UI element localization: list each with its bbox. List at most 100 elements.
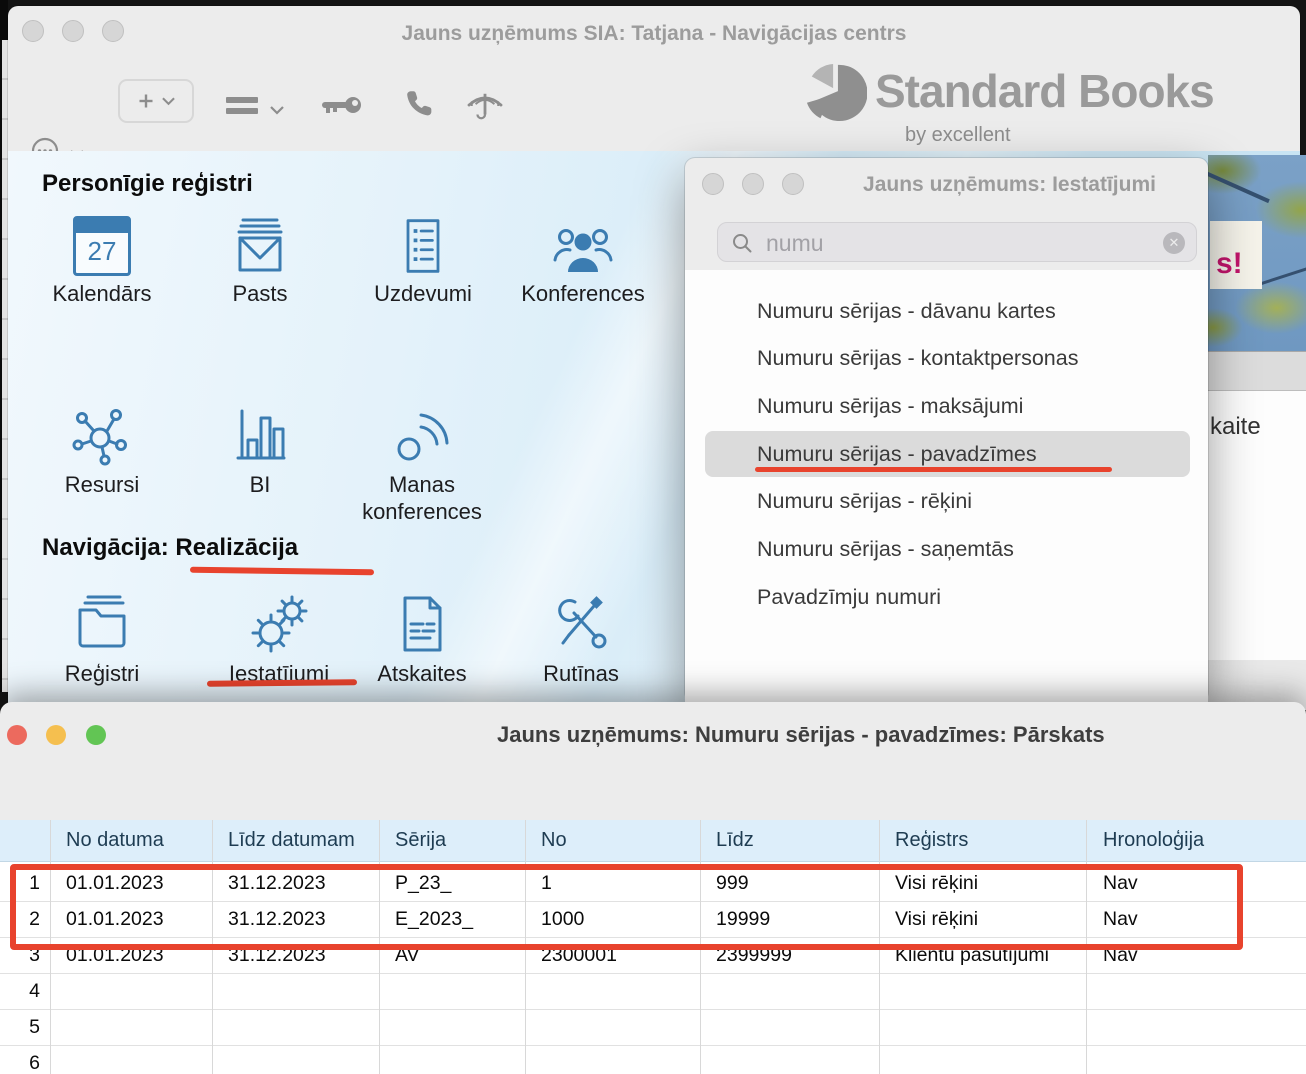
column-header: Līdz datumam	[212, 820, 379, 861]
phone-icon[interactable]	[402, 88, 434, 127]
nav-item-label: Reģistri	[22, 660, 182, 687]
settings-results-panel: Numuru sērijas - dāvanu kartes Numuru sē…	[685, 270, 1208, 702]
nav-item-iestatijumi[interactable]: Iestatījumi	[199, 592, 359, 687]
column-header: Sērija	[379, 820, 525, 861]
desktop: Jauns uzņēmums SIA: Tatjana - Navigācija…	[0, 0, 1306, 1074]
result-item[interactable]: Pavadzīmju numuri	[685, 582, 1208, 612]
mail-icon	[228, 216, 292, 276]
plus-icon	[138, 93, 154, 109]
overview-titlebar[interactable]: Jauns uzņēmums: Numuru sērijas - pavadzī…	[0, 702, 1306, 754]
key-icon[interactable]	[320, 92, 364, 123]
nav-item-label: Resursi	[22, 471, 182, 498]
nav-item-label: Kalendārs	[22, 280, 182, 307]
tools-icon	[549, 592, 613, 656]
branch-shape	[1208, 171, 1270, 203]
list-menu-chevron-icon[interactable]	[270, 102, 284, 120]
search-icon	[731, 232, 753, 254]
settings-window: Jauns uzņēmums: Iestatījumi ✕ Numuru sēr…	[685, 158, 1208, 702]
column-header-rownum	[0, 820, 50, 861]
nav-item-rutinas[interactable]: Rutīnas	[501, 592, 661, 687]
result-item[interactable]: Numuru sērijas - maksājumi	[685, 391, 1208, 421]
wifi-person-icon	[390, 403, 454, 467]
photo-badge-text: s!	[1216, 247, 1243, 281]
clear-search-icon[interactable]: ✕	[1163, 232, 1185, 254]
result-item[interactable]: Numuru sērijas - kontaktpersonas	[685, 343, 1208, 373]
search-field[interactable]: ✕	[717, 222, 1197, 262]
nav-item-pasts[interactable]: Pasts	[180, 216, 340, 307]
nav-item-label-line1: Manas	[342, 471, 502, 498]
table-row[interactable]: 6	[0, 1046, 1306, 1074]
logo-tagline: by excellent	[905, 124, 1011, 147]
folder-icon	[70, 592, 134, 656]
column-header: Līdz	[700, 820, 879, 861]
main-titlebar[interactable]: Jauns uzņēmums SIA: Tatjana - Navigācija…	[8, 6, 1300, 56]
row-number: 6	[0, 1046, 50, 1074]
task-list-icon	[391, 216, 455, 276]
column-header: No	[525, 820, 700, 861]
bar-chart-icon	[228, 403, 292, 467]
logo-name: Standard Books	[875, 64, 1214, 118]
background-window-edge	[0, 0, 8, 692]
table-header-row: No datuma Līdz datumam Sērija No Līdz Re…	[0, 820, 1306, 862]
background-panel: kaite	[1208, 391, 1306, 660]
table-row[interactable]: 4	[0, 974, 1306, 1010]
nav-item-konferences[interactable]: Konferences	[503, 216, 663, 307]
nav-item-label-line2: konferences	[342, 498, 502, 525]
zoom-button[interactable]	[782, 173, 804, 195]
table-row[interactable]: 5	[0, 1010, 1306, 1046]
nav-item-uzdevumi[interactable]: Uzdevumi	[343, 216, 503, 307]
network-nodes-icon	[70, 403, 134, 467]
nav-item-atskaites[interactable]: Atskaites	[342, 592, 502, 687]
umbrella-icon[interactable]	[466, 90, 504, 127]
close-button[interactable]	[702, 173, 724, 195]
background-partial-text: kaite	[1210, 413, 1261, 441]
settings-window-title: Jauns uzņēmums: Iestatījumi	[815, 173, 1204, 197]
new-record-button[interactable]	[118, 79, 194, 123]
row-number: 5	[0, 1010, 50, 1045]
gears-icon	[247, 592, 311, 656]
nav-item-label: Rutīnas	[501, 660, 661, 687]
section-header-personal: Personīgie reģistri	[42, 170, 253, 198]
main-window-title: Jauns uzņēmums SIA: Tatjana - Navigācija…	[8, 22, 1300, 46]
row-number: 4	[0, 974, 50, 1009]
section-header-navigation: Navigācija: Realizācija	[42, 534, 298, 562]
result-item[interactable]: Numuru sērijas - saņemtās	[685, 534, 1208, 564]
nav-item-resursi[interactable]: Resursi	[22, 403, 182, 498]
nav-item-manas-konferences[interactable]: Manas konferences	[342, 403, 502, 525]
background-field	[1208, 351, 1306, 391]
background-window-strip: s! kaite	[1208, 155, 1306, 710]
list-menu-button[interactable]	[226, 92, 258, 119]
search-input[interactable]	[764, 227, 1148, 259]
annotation-underline-pavadzimes	[755, 467, 1112, 472]
standard-books-logo-icon	[805, 62, 867, 129]
result-item-selected[interactable]: Numuru sērijas - pavadzīmes	[685, 439, 1208, 469]
main-toolbar: Standard Books by excellent	[8, 56, 1300, 151]
photo-badge: s!	[1210, 221, 1262, 289]
column-header: Hronoloģija	[1087, 820, 1306, 861]
nav-item-label: Pasts	[180, 280, 340, 307]
nav-item-label: Uzdevumi	[343, 280, 503, 307]
people-group-icon	[551, 216, 615, 276]
report-document-icon	[390, 592, 454, 656]
column-header: No datuma	[50, 820, 212, 861]
close-button[interactable]	[7, 725, 27, 745]
new-record-chevron-icon	[162, 97, 175, 106]
number-series-overview-window: Jauns uzņēmums: Numuru sērijas - pavadzī…	[0, 702, 1306, 1074]
overview-window-title: Jauns uzņēmums: Numuru sērijas - pavadzī…	[497, 722, 1105, 748]
result-item[interactable]: Numuru sērijas - rēķini	[685, 486, 1208, 516]
minimize-button[interactable]	[46, 725, 66, 745]
nav-item-label: BI	[180, 471, 340, 498]
nav-item-kalendars[interactable]: 27 Kalendārs	[22, 216, 182, 307]
nav-item-bi[interactable]: BI	[180, 403, 340, 498]
calendar-day: 27	[76, 236, 128, 267]
nav-item-registri[interactable]: Reģistri	[22, 592, 182, 687]
settings-titlebar[interactable]: Jauns uzņēmums: Iestatījumi	[685, 158, 1208, 210]
nav-item-label: Atskaites	[342, 660, 502, 687]
nav-item-label: Konferences	[503, 280, 663, 307]
zoom-button[interactable]	[86, 725, 106, 745]
annotation-rect-rows-1-2	[10, 864, 1243, 950]
column-header: Reģistrs	[879, 820, 1087, 861]
background-photo: s!	[1208, 155, 1306, 351]
minimize-button[interactable]	[742, 173, 764, 195]
result-item[interactable]: Numuru sērijas - dāvanu kartes	[685, 296, 1208, 326]
